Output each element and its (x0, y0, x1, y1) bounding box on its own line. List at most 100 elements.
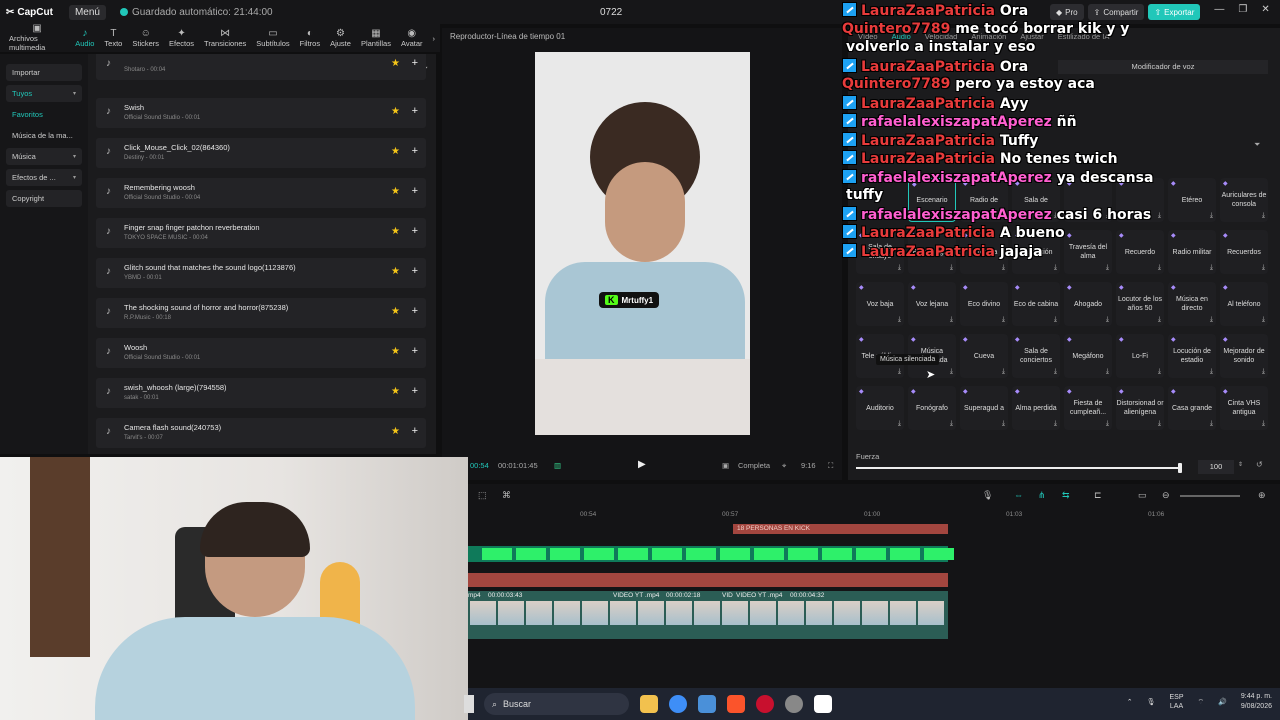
focus-icon[interactable]: ⌖ (782, 461, 786, 471)
capcut-taskbar-icon[interactable] (814, 695, 832, 713)
download-icon[interactable]: ⤓ (1054, 263, 1057, 272)
download-icon[interactable]: ⤓ (1002, 419, 1005, 428)
chevron-up-icon[interactable]: ⌃ (1127, 698, 1133, 706)
voice-card-cinta-vhs-antigua[interactable]: Cinta VHS antigua ◆ ⤓ (1220, 386, 1268, 430)
voice-card-fonografo[interactable]: Fonógrafo ◆ ⤓ (908, 386, 956, 430)
store-icon[interactable] (698, 695, 716, 713)
select-tool-icon[interactable]: ⬚ (478, 490, 487, 501)
favorite-star-icon[interactable]: ★ (391, 426, 400, 437)
voice-card-ahogado[interactable]: Ahogado ◆ ⤓ (1064, 282, 1112, 326)
download-icon[interactable]: ⤓ (1106, 419, 1109, 428)
download-icon[interactable]: ⤓ (1210, 419, 1213, 428)
add-icon[interactable]: + (412, 305, 418, 317)
tool-archivos-multimedia[interactable]: ▣ Archivos multimedia (4, 24, 70, 53)
strength-handle[interactable] (1178, 463, 1182, 473)
voice-card-auditorio[interactable]: Auditorio ◆ ⤓ (856, 386, 904, 430)
text-clip[interactable]: 18 PERSONAS EN KICK (733, 524, 948, 534)
wifi-icon[interactable]: ⌔ (1198, 698, 1205, 707)
download-icon[interactable]: ⤓ (1002, 367, 1005, 376)
tool-filtros[interactable]: ◐ Filtros (295, 24, 325, 52)
tool-avatar[interactable]: ◉ Avatar (396, 24, 428, 52)
add-icon[interactable]: + (412, 345, 418, 357)
add-icon[interactable]: + (412, 425, 418, 437)
nav-item-musica-de-la-ma[interactable]: Música de la ma... (6, 127, 82, 144)
taskbar-search[interactable]: ⌕ Buscar (484, 693, 629, 715)
download-icon[interactable]: ⤓ (1158, 367, 1161, 376)
sound-item[interactable]: ♪ The shocking sound of horror and horror… (96, 298, 426, 328)
download-icon[interactable]: ⤓ (1158, 263, 1161, 272)
add-icon[interactable]: + (412, 385, 418, 397)
download-icon[interactable]: ⤓ (898, 419, 901, 428)
voice-card-eco-de-cabina[interactable]: Eco de cabina ◆ ⤓ (1012, 282, 1060, 326)
chrome-icon[interactable] (669, 695, 687, 713)
voice-card-sala-de-conciertos[interactable]: Sala de conciertos ◆ ⤓ (1012, 334, 1060, 378)
download-icon[interactable]: ⤓ (950, 367, 953, 376)
voice-card-casa-grande[interactable]: Casa grande ◆ ⤓ (1168, 386, 1216, 430)
tool-efectos[interactable]: ✦ Efectos (164, 24, 199, 52)
voice-card-lo-fi[interactable]: Lo-Fi ◆ ⤓ (1116, 334, 1164, 378)
download-icon[interactable]: ⤓ (1054, 419, 1057, 428)
sound-item[interactable]: ♪ Click_Mouse_Click_02(864360) Destiny - 0… (96, 138, 426, 168)
favorite-star-icon[interactable]: ★ (391, 58, 400, 69)
reset-icon[interactable]: ↺ (1256, 460, 1263, 469)
volume-icon[interactable]: 🔊 (1218, 698, 1227, 706)
add-icon[interactable]: + (412, 57, 418, 69)
microphone-icon[interactable]: 🎙 (1147, 698, 1156, 706)
quality-button[interactable]: Completa (738, 461, 770, 470)
download-icon[interactable]: ⤓ (1054, 367, 1057, 376)
tool-audio[interactable]: ♪ Audio (70, 24, 99, 52)
tool-plantillas[interactable]: ▦ Plantillas (356, 24, 396, 52)
voice-card-mejorador-de-sonido[interactable]: Mejorador de sonido ◆ ⤓ (1220, 334, 1268, 378)
sound-item[interactable]: ♪ Remembering woosh Official Sound Studio … (96, 178, 426, 208)
opera-icon[interactable] (756, 695, 774, 713)
strength-value-input[interactable]: 100 (1198, 460, 1234, 474)
sound-item[interactable]: ♪ Shotaro - 00:04 ★ + (96, 54, 426, 80)
snap-icon[interactable]: ⇆ (1062, 490, 1070, 501)
favorite-star-icon[interactable]: ★ (391, 146, 400, 157)
sound-item[interactable]: ♪ Woosh Official Sound Studio - 00:01 ★ + (96, 338, 426, 368)
download-icon[interactable]: ⤓ (898, 263, 901, 272)
fullscreen-icon[interactable]: ⛶ (828, 461, 833, 471)
play-icon[interactable]: ▶ (638, 459, 646, 470)
download-icon[interactable]: ⤓ (1158, 419, 1161, 428)
favorite-star-icon[interactable]: ★ (391, 186, 400, 197)
windows-logo-icon[interactable] (464, 695, 474, 713)
download-icon[interactable]: ⤓ (950, 419, 953, 428)
add-icon[interactable]: + (412, 185, 418, 197)
voice-card-cueva[interactable]: Cueva ◆ ⤓ (960, 334, 1008, 378)
favorite-star-icon[interactable]: ★ (391, 266, 400, 277)
zoom-slider[interactable] (1180, 495, 1240, 497)
language-indicator[interactable]: ESP LAA (1170, 693, 1184, 711)
download-icon[interactable]: ⤓ (1262, 315, 1265, 324)
voice-card-alma-perdida[interactable]: Alma perdida ◆ ⤓ (1012, 386, 1060, 430)
voice-card-locutor-de-los-anos-50[interactable]: Locutor de los años 50 ◆ ⤓ (1116, 282, 1164, 326)
add-icon[interactable]: + (412, 265, 418, 277)
download-icon[interactable]: ⤓ (950, 263, 953, 272)
sound-item[interactable]: ♪ swish_whoosh (large)(794558) satak - 00:… (96, 378, 426, 408)
link-icon[interactable]: ⇔ (1014, 490, 1023, 500)
sound-item[interactable]: ♪ Swish Official Sound Studio - 00:01 ★ + (96, 98, 426, 128)
download-icon[interactable]: ⤓ (1106, 367, 1109, 376)
voice-card-distorsionad-or-alienigena[interactable]: Distorsionad or alienígena ◆ ⤓ (1116, 386, 1164, 430)
favorite-star-icon[interactable]: ★ (391, 106, 400, 117)
download-icon[interactable]: ⤓ (1262, 367, 1265, 376)
download-icon[interactable]: ⤓ (898, 315, 901, 324)
nav-item-efectos-de[interactable]: Efectos de ... ▾ (6, 169, 82, 186)
voice-card-superagud-a[interactable]: Superagud a ◆ ⤓ (960, 386, 1008, 430)
audio-track[interactable] (468, 573, 948, 587)
sound-item[interactable]: ♪ Camera flash sound(240753) Tarvit's - 00… (96, 418, 426, 448)
nav-item-musica[interactable]: Música ▾ (6, 148, 82, 165)
nav-item-tuyos[interactable]: Tuyos ▾ (6, 85, 82, 102)
main-video-track[interactable]: mp4 00:00:03:43 VIDEO YT .mp4 00:00:02:18 VI… (468, 591, 948, 639)
download-icon[interactable]: ⤓ (1262, 419, 1265, 428)
download-icon[interactable]: ⤓ (950, 315, 953, 324)
download-icon[interactable]: ⤓ (1210, 263, 1213, 272)
nav-item-importar[interactable]: Importar (6, 64, 82, 81)
download-icon[interactable]: ⤓ (1210, 315, 1213, 324)
menu-button[interactable]: Menú (68, 4, 106, 20)
download-icon[interactable]: ⤓ (1262, 263, 1265, 272)
download-icon[interactable]: ⤓ (1106, 263, 1109, 272)
app-icon[interactable] (785, 695, 803, 713)
strength-track[interactable] (856, 467, 1180, 469)
clock[interactable]: 9:44 p. m. 9/08/2026 (1241, 692, 1272, 712)
